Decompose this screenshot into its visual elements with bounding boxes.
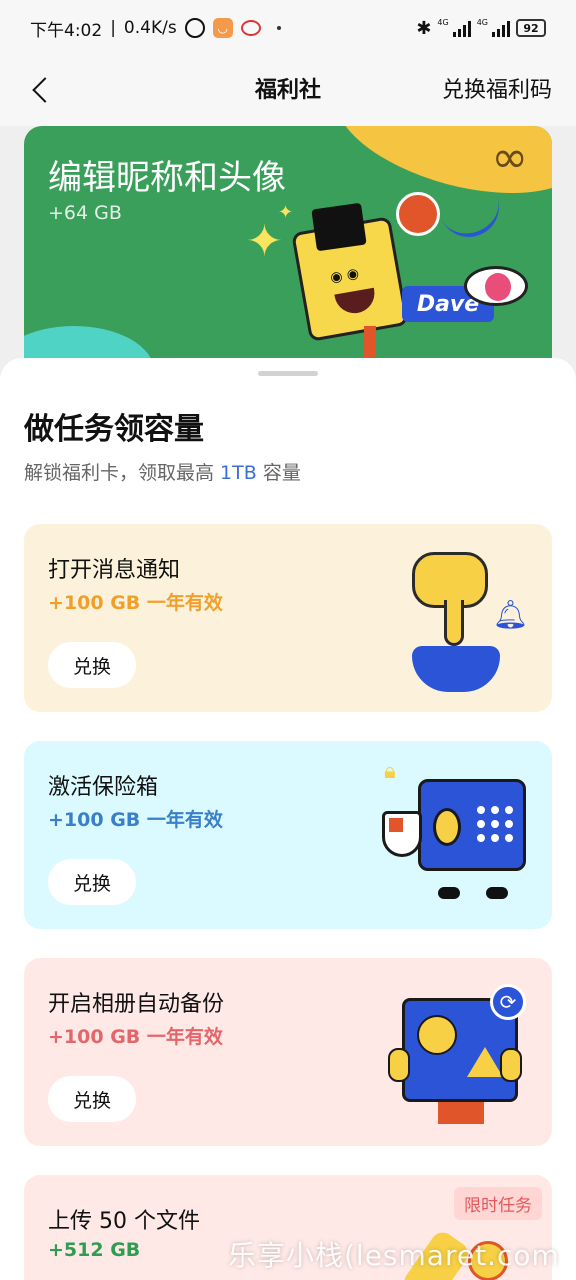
redeem-code-button[interactable]: 兑换福利码 — [442, 72, 552, 104]
section-title: 做任务领容量 — [24, 412, 204, 447]
task-reward: +100 GB 一年有效 — [48, 809, 223, 831]
triangle-icon — [467, 1047, 503, 1077]
hand-icon — [388, 1048, 410, 1082]
app-notification-icon: ◡ — [212, 18, 233, 38]
promo-banner[interactable]: ∞ 编辑昵称和头像 +64 GB ✦ ✦ ◉ ◉ Dave — [24, 126, 552, 386]
top-hat-icon — [311, 202, 367, 252]
task-reward: +512 GB — [48, 1239, 141, 1261]
safe-icon — [418, 779, 526, 871]
hand-icon — [500, 1048, 522, 1082]
photo-album-illustration: ⟳ — [382, 976, 532, 1126]
status-bar: 下午4:02 | 0.4K/s ◡ ✱ 4G 4G 92 — [0, 0, 576, 56]
task-card-album-backup: 开启相册自动备份 +100 GB 一年有效 兑换 ⟳ — [24, 958, 552, 1146]
feet-decor — [438, 887, 508, 901]
more-notifications-icon — [276, 26, 281, 30]
bluetooth-icon: ✱ — [416, 17, 432, 39]
finger-press-illustration: 🔔︎ — [382, 542, 532, 692]
watermark: 乐享小栈(lesmaret.com — [228, 1239, 560, 1272]
finger-icon — [444, 600, 464, 646]
signal-icon — [492, 19, 510, 37]
redeem-button[interactable]: 兑换 — [48, 642, 136, 688]
battery-icon: 92 — [516, 19, 546, 37]
task-card-notifications: 打开消息通知 +100 GB 一年有效 兑换 🔔︎ — [24, 524, 552, 712]
alarm-icon — [184, 18, 205, 38]
status-time: 下午4:02 — [30, 20, 103, 41]
safe-dial-icon — [433, 808, 461, 846]
signal-icon — [452, 19, 471, 37]
sparkle-icon: ✦ — [246, 216, 283, 267]
infinity-icon: ∞ — [491, 132, 528, 183]
sparkle-icon: ✦ — [278, 202, 294, 223]
network-speed: 0.4K/s — [123, 18, 177, 38]
legs-decor — [438, 1102, 484, 1124]
task-reward: +100 GB 一年有效 — [48, 592, 223, 614]
lock-icon: 🔒︎ — [384, 759, 396, 784]
ball-icon — [396, 192, 440, 236]
weibo-icon — [240, 20, 261, 36]
shield-icon — [382, 811, 422, 857]
task-title: 上传 50 个文件 — [48, 1209, 200, 1234]
safe-box-illustration: 🔒︎ — [382, 759, 532, 909]
task-reward: +100 GB 一年有效 — [48, 1026, 223, 1048]
eye-icon — [464, 266, 528, 306]
network-type-label: 4G — [476, 17, 488, 27]
button-cylinder-icon — [412, 646, 500, 692]
sheet-drag-handle[interactable] — [258, 371, 318, 376]
bell-icon: 🔔︎ — [492, 598, 528, 631]
redeem-button[interactable]: 兑换 — [48, 859, 136, 905]
redeem-button[interactable]: 兑换 — [48, 1076, 136, 1122]
nav-bar: 福利社 兑换福利码 — [0, 56, 576, 126]
banner-title: 编辑昵称和头像 — [48, 158, 286, 198]
keypad-icon — [477, 806, 515, 844]
squiggle-decor — [440, 196, 508, 246]
section-subtitle: 解锁福利卡，领取最高 1TB 容量 — [24, 462, 301, 484]
task-title: 开启相册自动备份 — [48, 992, 225, 1017]
task-title: 激活保险箱 — [48, 775, 159, 800]
smiley-icon — [417, 1015, 457, 1055]
network-type-label: 4G — [437, 17, 449, 27]
sync-icon: ⟳ — [490, 984, 526, 1020]
task-title: 打开消息通知 — [48, 558, 181, 583]
banner-reward: +64 GB — [48, 202, 122, 224]
task-card-safe: 激活保险箱 +100 GB 一年有效 兑换 🔒︎ — [24, 741, 552, 929]
